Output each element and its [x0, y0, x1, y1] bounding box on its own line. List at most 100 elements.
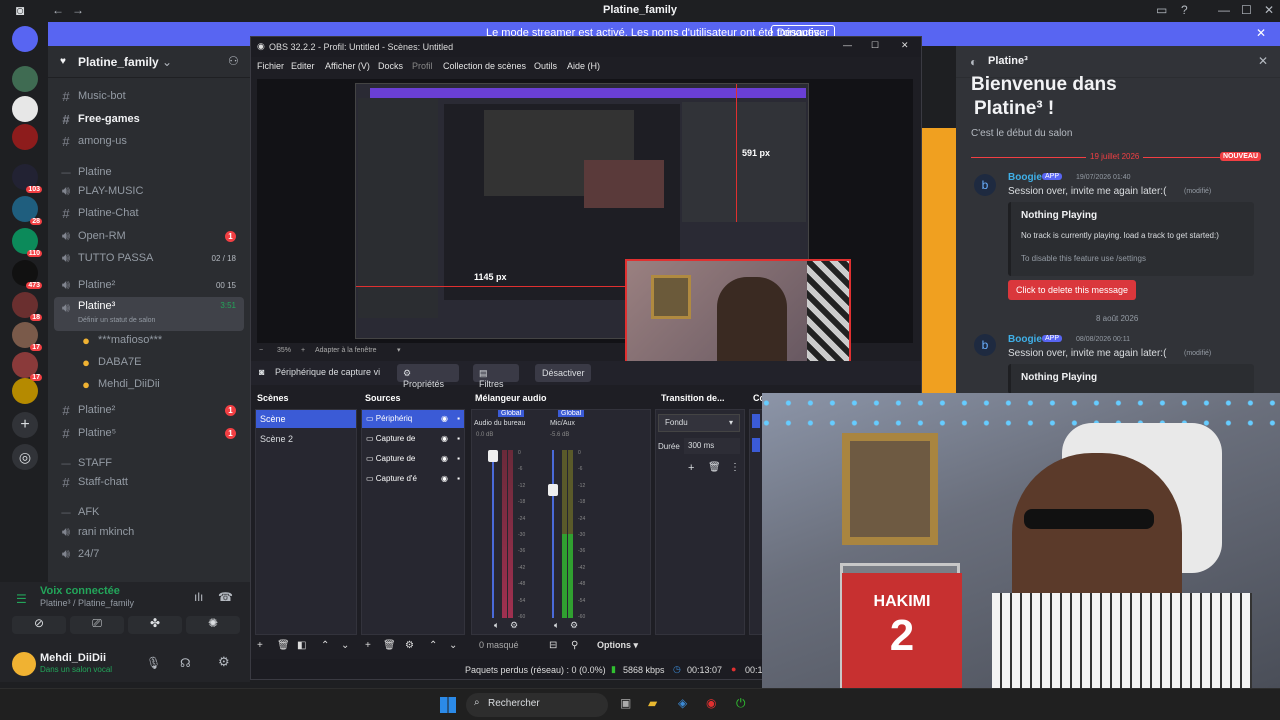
discover-icon[interactable]: ◎: [12, 444, 38, 470]
eye-icon[interactable]: ◉: [441, 414, 448, 423]
server-icon[interactable]: 103: [12, 164, 42, 193]
layout-icon[interactable]: ⊟: [549, 640, 557, 651]
menu-help[interactable]: Aide (H): [567, 61, 600, 71]
close-chat-icon[interactable]: ✕: [1258, 54, 1268, 68]
channel-name[interactable]: Audio du bureau: [474, 420, 525, 427]
delete-message-button[interactable]: Click to delete this message: [1008, 280, 1136, 300]
duration-input[interactable]: 300 ms: [684, 438, 740, 454]
maximize-icon[interactable]: ☐: [1241, 3, 1252, 17]
add-icon[interactable]: +: [688, 462, 694, 474]
channel-item[interactable]: ─ Platine: [54, 162, 244, 182]
channel-item[interactable]: ● DABA7E: [54, 352, 244, 372]
lock-icon[interactable]: ▪: [457, 474, 460, 483]
add-member-icon[interactable]: ⚇: [228, 54, 239, 68]
menu-scene-collection[interactable]: Collection de scènes: [443, 61, 526, 71]
deactivate-button[interactable]: Désactiver: [535, 364, 591, 382]
eye-icon[interactable]: ◉: [441, 434, 448, 443]
channel-item[interactable]: 🔊︎ TUTTO PASSA 02 / 18: [54, 248, 244, 268]
add-icon[interactable]: +: [257, 640, 263, 651]
maximize-icon[interactable]: ☐: [871, 40, 879, 51]
channel-item[interactable]: # Platine⁵ 1: [54, 423, 244, 443]
microphone-icon[interactable]: 🎙︎: [146, 656, 161, 670]
channel-item[interactable]: ─ AFK: [54, 502, 244, 522]
channel-item[interactable]: ● ***mafioso***: [54, 330, 244, 350]
channel-item[interactable]: 🔊︎ 24/7: [54, 544, 244, 564]
avatar[interactable]: [12, 652, 36, 676]
control-button[interactable]: [752, 414, 760, 428]
trash-icon[interactable]: 🗑︎: [277, 640, 290, 651]
more-icon[interactable]: ⋮: [730, 462, 740, 473]
volume-slider-track[interactable]: [552, 450, 554, 618]
server-icon[interactable]: [12, 96, 38, 122]
up-icon[interactable]: ⌃: [321, 640, 329, 651]
noise-suppression-icon[interactable]: ılı: [194, 590, 203, 604]
avatar[interactable]: b: [974, 174, 996, 196]
server-icon[interactable]: [12, 378, 38, 404]
transition-select[interactable]: Fondu ▾: [658, 414, 740, 432]
avatar[interactable]: b: [974, 334, 996, 356]
windows-start-icon[interactable]: [440, 697, 456, 713]
home-server-icon[interactable]: [12, 26, 38, 52]
fit-label[interactable]: Adapter à la fenêtre: [315, 347, 377, 354]
filters-button[interactable]: ▤ Filtres: [473, 364, 519, 389]
camera-off-button[interactable]: ⊘: [12, 616, 66, 634]
channel-item[interactable]: # Staff-chatt: [54, 472, 244, 492]
channel-item[interactable]: # Platine-Chat: [54, 203, 244, 223]
filter-icon[interactable]: ◧: [297, 640, 306, 651]
close-icon[interactable]: ✕: [901, 40, 909, 51]
zoom-out-icon[interactable]: −: [259, 347, 263, 354]
speaker-icon[interactable]: 🔈︎: [554, 620, 559, 631]
server-icon[interactable]: 473: [12, 260, 42, 289]
trash-icon[interactable]: 🗑︎: [708, 462, 721, 473]
channel-item[interactable]: 🔊︎ Open-RM 1: [54, 226, 244, 246]
control-button[interactable]: [752, 438, 760, 452]
settings-gear-icon[interactable]: ⚙: [218, 654, 230, 670]
message-author[interactable]: Boogie: [1008, 172, 1042, 183]
server-icon[interactable]: 28: [12, 196, 42, 225]
menu-tools[interactable]: Outils: [534, 61, 557, 71]
zoom-in-icon[interactable]: +: [301, 347, 305, 354]
link-icon[interactable]: ⚲: [571, 640, 578, 651]
server-icon[interactable]: [12, 124, 38, 150]
up-icon[interactable]: ⌃: [429, 640, 437, 651]
menu-profile[interactable]: Profil: [412, 61, 433, 71]
headphones-icon[interactable]: ☊: [180, 656, 191, 670]
voice-status[interactable]: Voix connectée: [40, 585, 120, 597]
source-item[interactable]: ▭ Capture d'é ◉ ▪: [362, 470, 464, 488]
close-icon[interactable]: ✕: [1264, 3, 1274, 17]
app-icon[interactable]: ⏻: [736, 696, 746, 711]
channel-item[interactable]: 🔊︎ Platine² 00 15: [54, 275, 244, 295]
lock-icon[interactable]: ▪: [457, 434, 460, 443]
source-item[interactable]: ▭ Capture de ◉ ▪: [362, 430, 464, 448]
global-tab[interactable]: Global: [558, 410, 585, 417]
trash-icon[interactable]: 🗑︎: [383, 640, 396, 651]
global-tab[interactable]: Global: [498, 410, 525, 417]
menu-edit[interactable]: Editer: [291, 61, 315, 71]
obs-taskbar-icon[interactable]: ◉: [706, 696, 716, 710]
eye-icon[interactable]: ◉: [441, 474, 448, 483]
server-icon[interactable]: 18: [12, 292, 42, 321]
gear-icon[interactable]: ⚙: [570, 620, 578, 631]
soundboard-button[interactable]: ✺: [186, 616, 240, 634]
lock-icon[interactable]: ▪: [457, 414, 460, 423]
server-icon[interactable]: 110: [12, 228, 42, 257]
disconnect-icon[interactable]: ☎: [218, 590, 233, 604]
channel-item[interactable]: ─ STAFF: [54, 453, 244, 473]
inbox-icon[interactable]: ▭: [1156, 3, 1167, 17]
gear-icon[interactable]: ⚙: [405, 640, 414, 651]
server-header[interactable]: ♥ Platine_family ⌄ ⚇: [48, 46, 250, 78]
server-icon[interactable]: 17: [12, 352, 42, 381]
menu-docks[interactable]: Docks: [378, 61, 403, 71]
server-icon[interactable]: [12, 66, 38, 92]
lock-icon[interactable]: ▪: [457, 454, 460, 463]
down-icon[interactable]: ⌄: [449, 640, 457, 651]
voice-channel[interactable]: Platine³ / Platine_family: [40, 598, 134, 608]
channel-status[interactable]: Définir un statut de salon: [78, 317, 155, 324]
add-server-icon[interactable]: +: [12, 412, 38, 438]
task-view-icon[interactable]: ▣: [620, 696, 631, 710]
file-explorer-icon[interactable]: ▰: [648, 696, 657, 710]
channel-item[interactable]: 🔊︎ PLAY-MUSIC: [54, 181, 244, 201]
minimize-icon[interactable]: —: [843, 40, 852, 50]
source-item[interactable]: ▭ Périphériq ◉ ▪: [362, 410, 464, 428]
minimize-icon[interactable]: —: [1218, 3, 1230, 17]
